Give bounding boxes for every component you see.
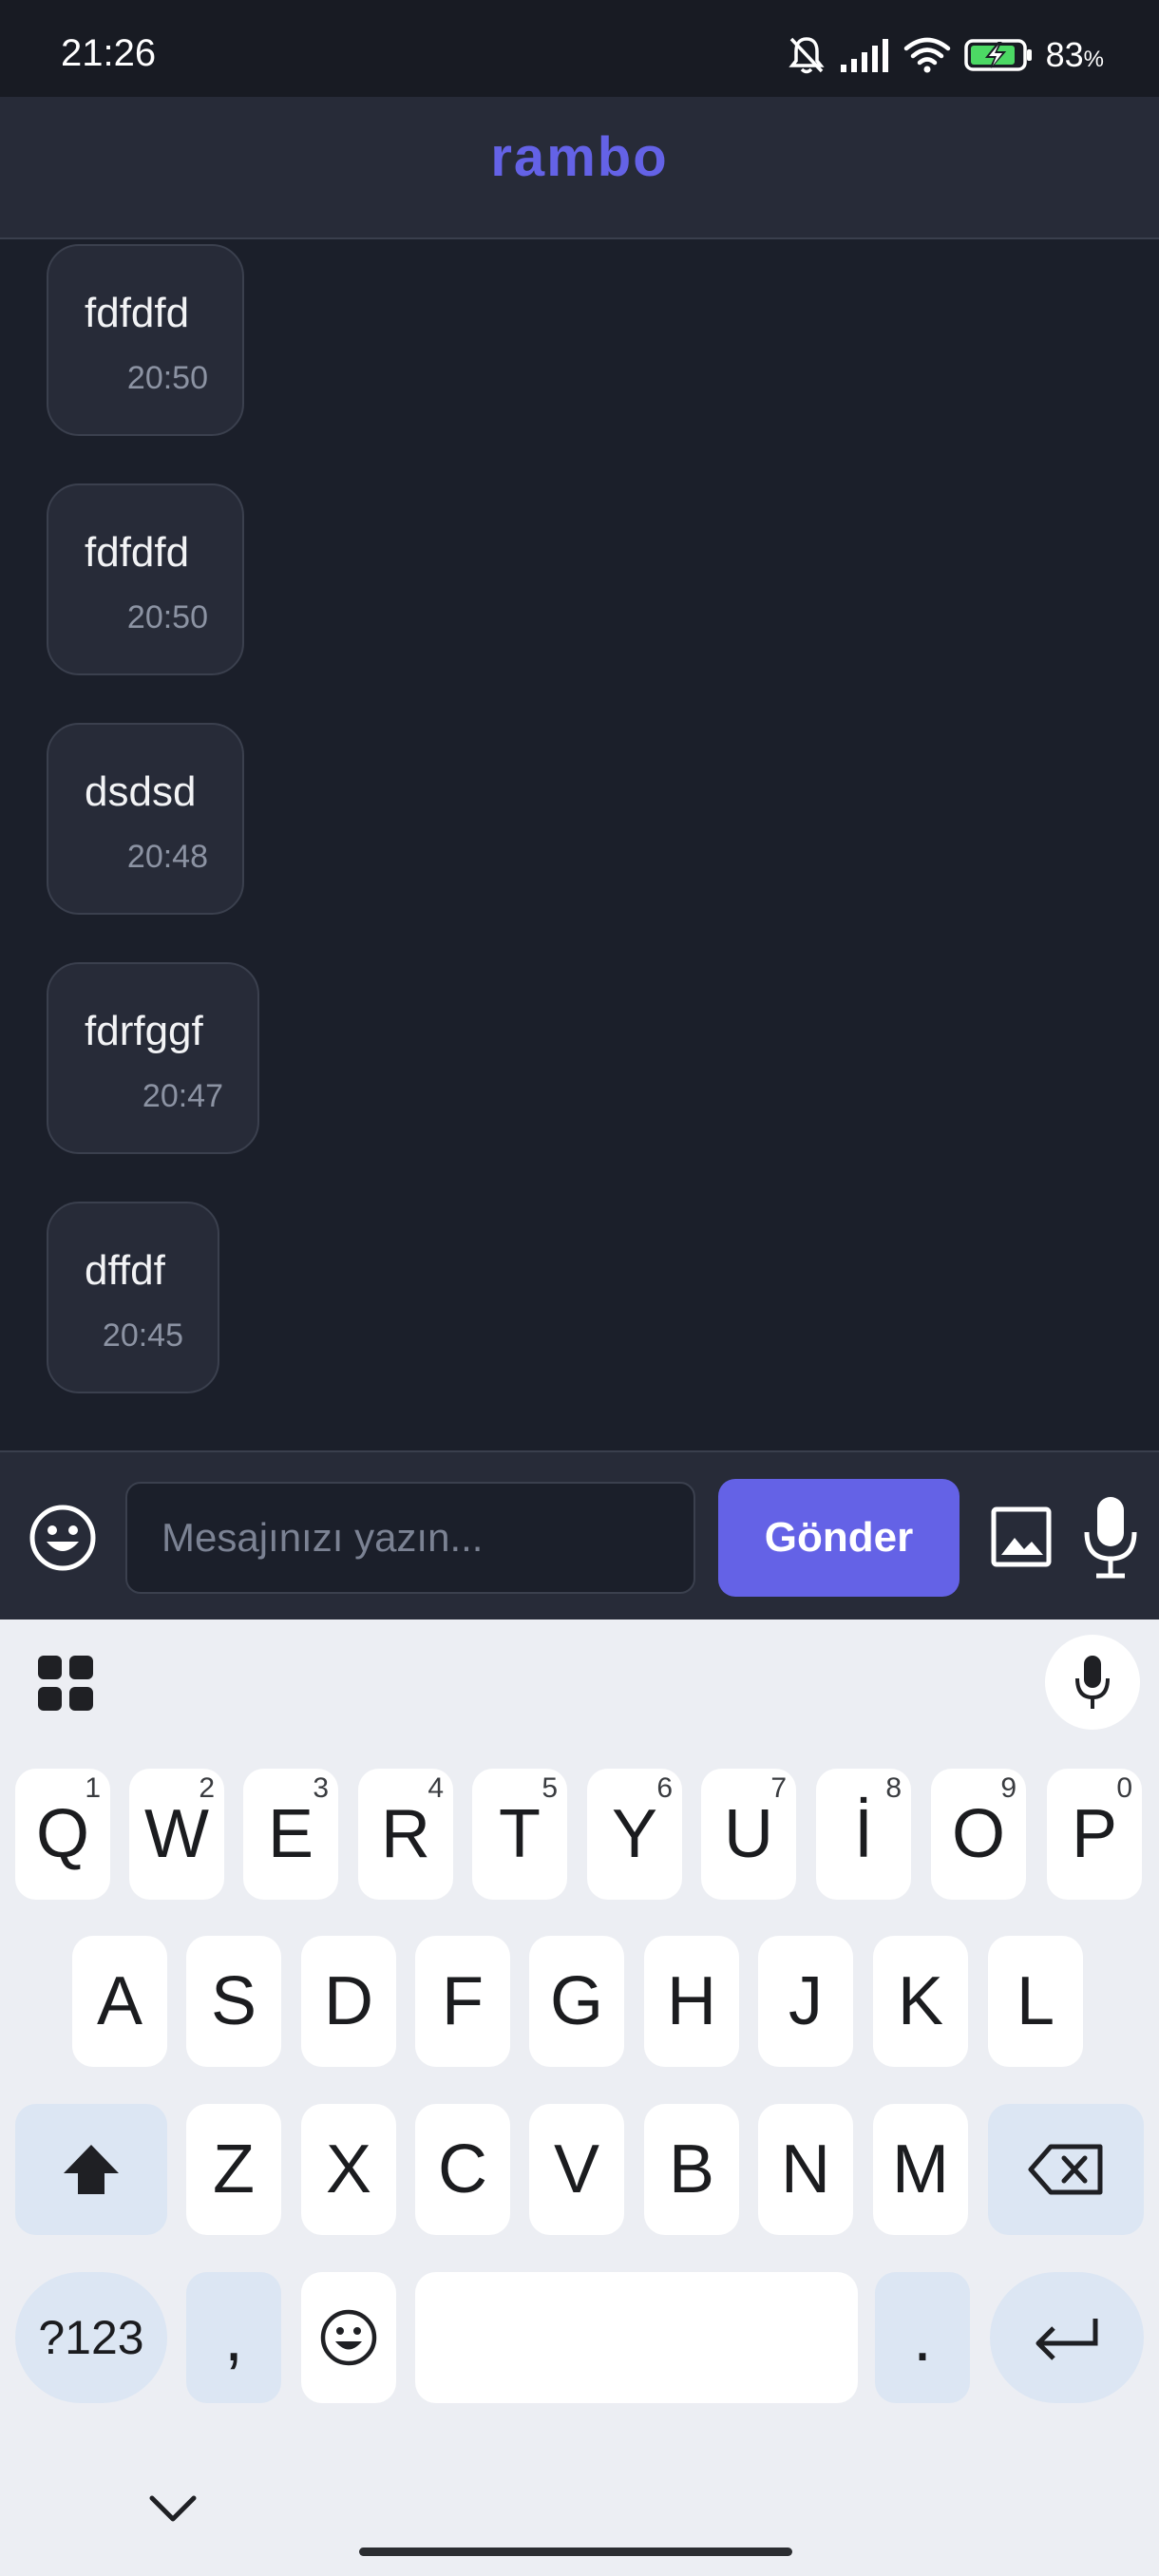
image-icon[interactable] <box>990 1506 1053 1568</box>
message-text: fdfdfd <box>85 529 190 576</box>
status-bar: 21:26 83% <box>0 0 1159 97</box>
key-hint: 9 <box>1000 1772 1016 1804</box>
wifi-icon <box>903 37 950 73</box>
microphone-icon[interactable] <box>1081 1494 1140 1580</box>
key-hint: 8 <box>885 1772 902 1804</box>
message-text: fdrfggf <box>85 1008 203 1054</box>
message-time: 20:50 <box>126 360 208 396</box>
battery-charging-icon <box>963 39 1032 71</box>
key-label: W <box>144 1796 209 1872</box>
message-bubble[interactable]: fdfdfd 20:50 <box>47 483 244 675</box>
message-bubble[interactable]: fdfdfd 20:50 <box>47 244 244 436</box>
key-hint: 5 <box>542 1772 558 1804</box>
key-c[interactable]: C <box>415 2104 510 2235</box>
key-hint: 7 <box>770 1772 787 1804</box>
key-f[interactable]: F <box>415 1936 510 2067</box>
on-screen-keyboard: Q1 W2 E3 R4 T5 Y6 U7 İ8 O9 P0 A S D F G … <box>0 1619 1159 2576</box>
key-label: Y <box>611 1796 658 1872</box>
key-label: İ <box>853 1796 873 1872</box>
key-label: R <box>381 1796 430 1872</box>
status-time: 21:26 <box>61 32 157 74</box>
key-j[interactable]: J <box>758 1936 853 2067</box>
key-t[interactable]: T5 <box>472 1769 567 1900</box>
key-label: Q <box>35 1796 89 1872</box>
emoji-key[interactable] <box>301 2272 396 2403</box>
keyboard-mic-icon <box>1075 1656 1110 1709</box>
send-button[interactable]: Gönder <box>718 1479 960 1597</box>
key-q[interactable]: Q1 <box>15 1769 110 1900</box>
key-r[interactable]: R4 <box>358 1769 453 1900</box>
key-hint: 4 <box>428 1772 444 1804</box>
key-hint: 1 <box>85 1772 101 1804</box>
key-label: E <box>267 1796 314 1872</box>
key-m[interactable]: M <box>873 2104 968 2235</box>
key-h[interactable]: H <box>644 1936 739 2067</box>
backspace-icon <box>1028 2144 1103 2195</box>
space-key[interactable] <box>415 2272 858 2403</box>
key-z[interactable]: Z <box>186 2104 281 2235</box>
enter-icon <box>1036 2319 1098 2360</box>
bell-off-icon <box>788 37 825 74</box>
key-hint: 0 <box>1116 1772 1132 1804</box>
symbols-key[interactable]: ?123 <box>15 2272 167 2403</box>
keyboard-mic-button[interactable] <box>1045 1635 1140 1730</box>
key-n[interactable]: N <box>758 2104 853 2235</box>
key-label: O <box>951 1796 1005 1872</box>
key-v[interactable]: V <box>529 2104 624 2235</box>
apps-grid-icon[interactable] <box>36 1654 95 1713</box>
emoji-icon[interactable] <box>28 1504 97 1572</box>
message-text: fdfdfd <box>85 290 190 336</box>
signal-icon <box>840 39 888 72</box>
shift-key[interactable] <box>15 2104 167 2235</box>
chevron-down-icon[interactable] <box>146 1862 196 1892</box>
message-list[interactable]: fdfdfd 20:50 fdfdfd 20:50 dsdsd 20:48 fd… <box>0 239 1159 1450</box>
message-time: 20:50 <box>126 599 208 635</box>
chat-title: rambo <box>490 126 669 188</box>
key-label: P <box>1071 1796 1118 1872</box>
key-hint: 2 <box>199 1772 215 1804</box>
message-time: 20:47 <box>142 1078 223 1114</box>
message-text: dffdf <box>85 1247 165 1294</box>
message-bubble[interactable]: dsdsd 20:48 <box>47 723 244 915</box>
key-y[interactable]: Y6 <box>587 1769 682 1900</box>
key-label: T <box>499 1796 541 1872</box>
key-o[interactable]: O9 <box>931 1769 1026 1900</box>
enter-key[interactable] <box>990 2272 1144 2403</box>
key-s[interactable]: S <box>186 1936 281 2067</box>
backspace-key[interactable] <box>988 2104 1144 2235</box>
message-bubble[interactable]: dffdf 20:45 <box>47 1202 219 1393</box>
key-label: U <box>724 1796 773 1872</box>
message-time: 20:45 <box>102 1317 183 1354</box>
battery-percent: 83% <box>1045 35 1104 74</box>
key-b[interactable]: B <box>644 2104 739 2235</box>
key-u[interactable]: U7 <box>701 1769 796 1900</box>
key-a[interactable]: A <box>72 1936 167 2067</box>
key-l[interactable]: L <box>988 1936 1083 2067</box>
key-k[interactable]: K <box>873 1936 968 2067</box>
status-icons: 83% <box>788 34 1104 76</box>
message-time: 20:48 <box>126 839 208 875</box>
period-key[interactable]: . <box>875 2272 970 2403</box>
message-input[interactable] <box>125 1482 695 1594</box>
key-e[interactable]: E3 <box>243 1769 338 1900</box>
chevron-down-icon[interactable] <box>148 2492 198 2523</box>
message-bubble[interactable]: fdrfggf 20:47 <box>47 962 259 1154</box>
chat-header: rambo <box>0 97 1159 239</box>
key-hint: 6 <box>656 1772 673 1804</box>
emoji-icon <box>320 2309 377 2366</box>
key-i-dotted[interactable]: İ8 <box>816 1769 911 1900</box>
message-composer: Gönder <box>0 1450 1159 1619</box>
key-p[interactable]: P0 <box>1047 1769 1142 1900</box>
key-x[interactable]: X <box>301 2104 396 2235</box>
comma-key[interactable]: , <box>186 2272 281 2403</box>
home-indicator[interactable] <box>359 2548 792 2556</box>
message-text: dsdsd <box>85 768 197 815</box>
key-g[interactable]: G <box>529 1936 624 2067</box>
shift-icon <box>64 2145 119 2194</box>
key-d[interactable]: D <box>301 1936 396 2067</box>
key-hint: 3 <box>313 1772 329 1804</box>
